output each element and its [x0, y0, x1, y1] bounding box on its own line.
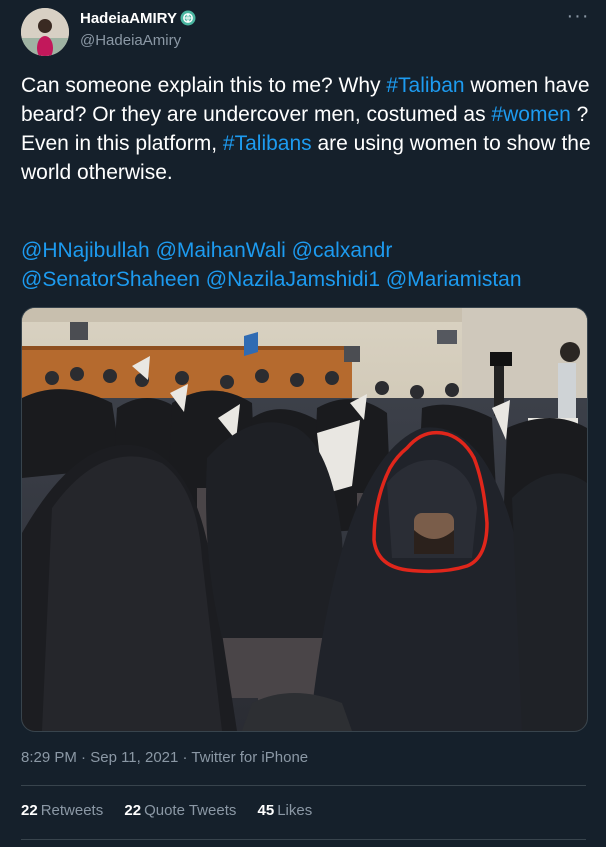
mention-link[interactable]: @HNajibullah: [21, 239, 150, 262]
mention-link[interactable]: @SenatorShaheen: [21, 268, 200, 291]
divider: [21, 839, 586, 840]
meta-separator: ·: [178, 749, 192, 766]
tweet-text-segment: ?: [570, 103, 589, 126]
quote-tweets-stat[interactable]: 22 Quote Tweets: [124, 802, 236, 819]
mention-link[interactable]: @Mariamistan: [386, 268, 522, 291]
mention-list: @HNajibullah @MaihanWali @calxandr @Senat…: [21, 236, 591, 294]
engagement-stats: 22 Retweets 22 Quote Tweets 45 Likes: [21, 802, 329, 819]
author-display-name[interactable]: HadeiaAMIRY: [80, 10, 196, 27]
mention-link[interactable]: @calxandr: [292, 239, 393, 262]
hashtag-talibans[interactable]: #Talibans: [223, 132, 312, 155]
likes-count: 45: [257, 802, 275, 819]
retweets-stat[interactable]: 22 Retweets: [21, 802, 103, 819]
display-name-text[interactable]: HadeiaAMIRY: [80, 10, 177, 27]
likes-label: Likes: [277, 802, 313, 819]
quote-tweets-count: 22: [124, 802, 142, 819]
photo-illustration: [22, 308, 587, 731]
tweet-date[interactable]: Sep 11, 2021: [90, 749, 178, 766]
likes-stat[interactable]: 45 Likes: [258, 802, 313, 819]
mention-link[interactable]: @NazilaJamshidi1: [206, 268, 380, 291]
tweet-meta: 8:29 PM · Sep 11, 2021 · Twitter for iPh…: [21, 749, 308, 766]
verified-badge-icon: [180, 10, 196, 26]
tweet-source[interactable]: Twitter for iPhone: [191, 749, 308, 766]
tweet-text-segment: Can someone explain this to me? Why: [21, 74, 387, 97]
mention-link[interactable]: @MaihanWali: [156, 239, 286, 262]
meta-separator: ·: [76, 749, 91, 766]
tweet-text-segment: Even in this platform,: [21, 132, 223, 155]
author-handle[interactable]: @HadeiaAmiry: [80, 32, 181, 49]
hashtag-taliban[interactable]: #Taliban: [386, 74, 464, 97]
divider: [21, 785, 586, 786]
hashtag-women[interactable]: #women: [491, 103, 570, 126]
tweet-photo[interactable]: [21, 307, 588, 732]
more-options-icon[interactable]: ···: [566, 6, 590, 29]
tweet-header: HadeiaAMIRY @HadeiaAmiry ···: [0, 0, 606, 64]
tweet-text: Can someone explain this to me? Why #Tal…: [21, 71, 591, 187]
retweets-count: 22: [21, 802, 38, 819]
quote-tweets-label: Quote Tweets: [144, 802, 237, 819]
retweets-label: Retweets: [40, 802, 104, 819]
profile-avatar[interactable]: [21, 8, 69, 56]
tweet-time[interactable]: 8:29 PM: [21, 749, 77, 766]
